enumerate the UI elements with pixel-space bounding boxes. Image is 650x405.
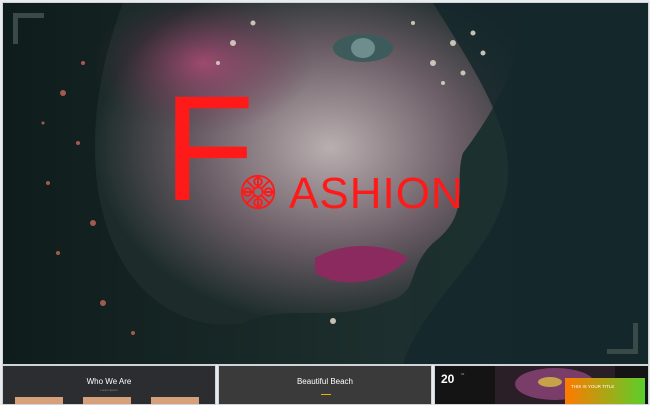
thumbnail-number-slide[interactable]: 20 02 THIS IS YOUR TITLE (434, 365, 649, 405)
hero-slide: F ASHION (2, 2, 649, 365)
thumbnail-who-we-are[interactable]: Who We Are Lorem Ipsum (2, 365, 216, 405)
slide-number: 20 (441, 372, 455, 386)
team-photo (15, 397, 63, 404)
slide-thumbnail-strip: Who We Are Lorem Ipsum Beautiful Beach 2… (0, 365, 650, 405)
title-underline (321, 394, 331, 395)
title-badge: THIS IS YOUR TITLE (565, 378, 645, 404)
hero-title-rest: ASHION (289, 169, 464, 218)
slide-number-superscript: 02 (461, 372, 465, 376)
thumbnail-beautiful-beach[interactable]: Beautiful Beach (218, 365, 432, 405)
team-photo (83, 397, 131, 404)
corner-bracket-bottom-right (607, 323, 638, 354)
thumbnail-title: Who We Are (86, 377, 132, 386)
thumbnail-subtitle: Lorem Ipsum (100, 388, 118, 392)
rosette-icon (240, 174, 276, 210)
corner-bracket-top-left (13, 13, 44, 44)
thumbnail-title: Beautiful Beach (296, 377, 354, 386)
team-photo (151, 397, 199, 404)
